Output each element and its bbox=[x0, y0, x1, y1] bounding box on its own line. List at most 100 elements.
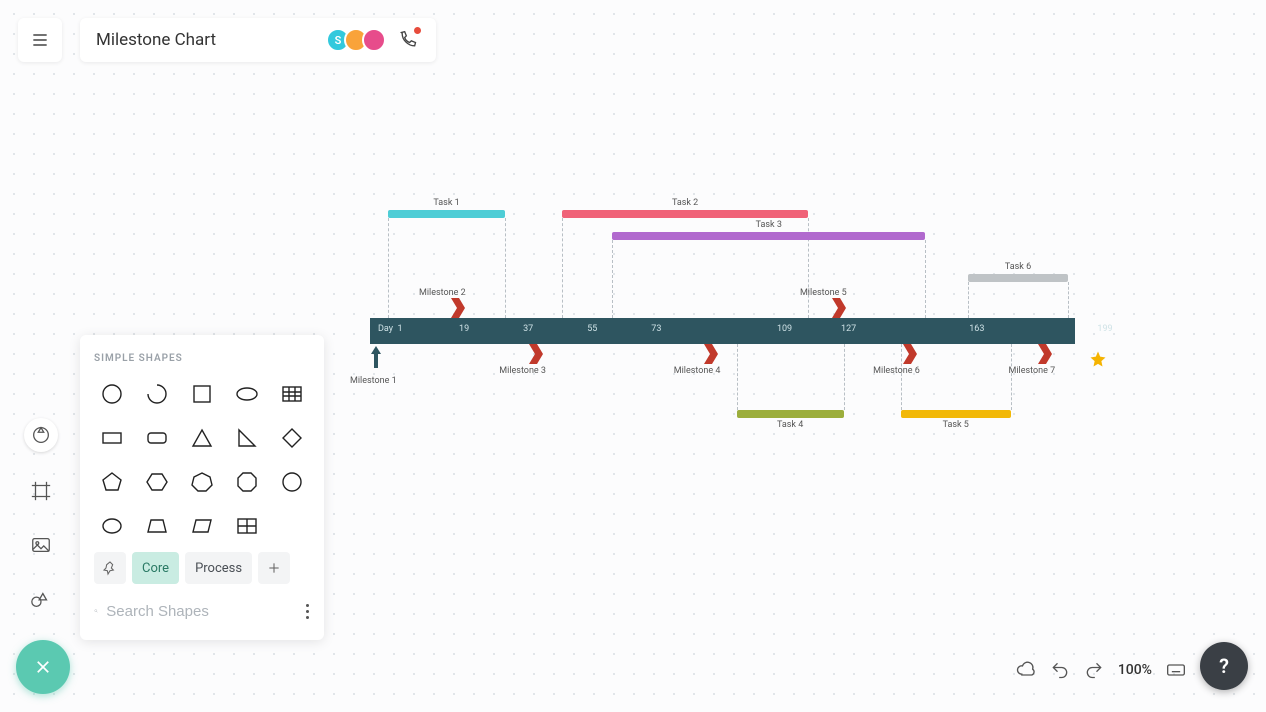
shape-trapezoid[interactable] bbox=[139, 508, 176, 544]
task-bar[interactable] bbox=[901, 410, 1011, 418]
guide-line bbox=[1011, 344, 1012, 410]
shape-right-triangle[interactable] bbox=[228, 420, 265, 456]
guide-line bbox=[1068, 282, 1069, 318]
axis-tick: 1 bbox=[397, 324, 402, 334]
milestone-chart[interactable]: Day 119375573109127163199 Task 1Task 2Ta… bbox=[370, 190, 1080, 440]
avatar-3[interactable] bbox=[362, 28, 386, 52]
tab-pin[interactable] bbox=[94, 552, 126, 584]
milestone-marker[interactable] bbox=[702, 344, 718, 364]
search-icon bbox=[94, 602, 98, 620]
tool-shapes[interactable] bbox=[24, 418, 58, 452]
guide-line bbox=[968, 282, 969, 318]
task-bar[interactable] bbox=[562, 210, 808, 218]
milestone-arrow[interactable] bbox=[369, 346, 383, 368]
notification-dot bbox=[414, 27, 421, 34]
pin-icon bbox=[102, 560, 118, 576]
help-button[interactable]: ? bbox=[1200, 642, 1248, 690]
tab-add[interactable] bbox=[258, 552, 290, 584]
axis-tick: 109 bbox=[777, 324, 792, 334]
shape-rounded-rect[interactable] bbox=[139, 420, 176, 456]
title-card: Milestone Chart S bbox=[80, 18, 436, 62]
cloud-sync-icon[interactable] bbox=[1016, 660, 1036, 680]
milestone-label: Milestone 1 bbox=[350, 376, 397, 386]
plus-icon bbox=[266, 560, 282, 576]
more-options[interactable] bbox=[305, 604, 310, 619]
shape-triangle[interactable] bbox=[184, 420, 221, 456]
guide-line bbox=[612, 240, 613, 318]
milestone-marker[interactable] bbox=[901, 344, 917, 364]
guide-line bbox=[844, 344, 845, 410]
collaborator-avatars: S bbox=[326, 28, 386, 52]
milestone-marker[interactable] bbox=[830, 298, 846, 318]
shape-octagon[interactable] bbox=[228, 464, 265, 500]
axis-tick: 73 bbox=[651, 324, 661, 334]
tool-draw[interactable] bbox=[24, 582, 58, 616]
milestone-label: Milestone 3 bbox=[499, 366, 546, 376]
shape-parallelogram[interactable] bbox=[184, 508, 221, 544]
task-label: Task 3 bbox=[756, 220, 782, 230]
task-label: Task 5 bbox=[943, 420, 969, 430]
tab-process[interactable]: Process bbox=[185, 552, 252, 584]
shape-circle[interactable] bbox=[94, 376, 131, 412]
shape-pentagon[interactable] bbox=[94, 464, 131, 500]
shape-grid bbox=[94, 376, 310, 544]
shape-square[interactable] bbox=[184, 376, 221, 412]
shapes-panel: SIMPLE SHAPES Core Process bbox=[80, 335, 324, 640]
task-bar[interactable] bbox=[612, 232, 925, 240]
milestone-label: Milestone 4 bbox=[674, 366, 721, 376]
milestone-marker[interactable] bbox=[449, 298, 465, 318]
axis-tick: 163 bbox=[969, 324, 984, 334]
axis-tick: 127 bbox=[841, 324, 856, 334]
task-bar[interactable] bbox=[388, 210, 506, 218]
guide-line bbox=[562, 218, 563, 318]
task-label: Task 2 bbox=[672, 198, 698, 208]
panel-search bbox=[94, 594, 310, 628]
panel-tabs: Core Process bbox=[94, 552, 310, 584]
hamburger-menu[interactable] bbox=[18, 18, 62, 62]
guide-line bbox=[925, 240, 926, 318]
canvas-controls: 100% bbox=[1016, 660, 1186, 680]
redo-button[interactable] bbox=[1084, 660, 1104, 680]
axis-tick: 55 bbox=[587, 324, 597, 334]
zoom-level[interactable]: 100% bbox=[1118, 662, 1152, 678]
undo-button[interactable] bbox=[1050, 660, 1070, 680]
axis-tick: 19 bbox=[459, 324, 469, 334]
task-bar[interactable] bbox=[968, 274, 1068, 282]
image-icon bbox=[30, 534, 52, 556]
shape-nonagon[interactable] bbox=[273, 464, 310, 500]
guide-line bbox=[388, 218, 389, 318]
task-bar[interactable] bbox=[737, 410, 844, 418]
tool-frame[interactable] bbox=[24, 474, 58, 508]
shape-grid[interactable] bbox=[228, 508, 265, 544]
task-label: Task 6 bbox=[1005, 262, 1031, 272]
shape-arc[interactable] bbox=[139, 376, 176, 412]
milestone-label: Milestone 7 bbox=[1008, 366, 1055, 376]
keyboard-icon[interactable] bbox=[1166, 660, 1186, 680]
shape-hexagon[interactable] bbox=[139, 464, 176, 500]
milestone-marker[interactable] bbox=[1036, 344, 1052, 364]
shape-oval[interactable] bbox=[94, 508, 131, 544]
milestone-label: Milestone 5 bbox=[800, 288, 847, 298]
shape-diamond[interactable] bbox=[273, 420, 310, 456]
shapes-icon bbox=[30, 588, 52, 610]
axis-tick: 37 bbox=[523, 324, 533, 334]
close-icon bbox=[34, 658, 52, 676]
milestone-marker[interactable] bbox=[527, 344, 543, 364]
tool-image[interactable] bbox=[24, 528, 58, 562]
milestone-label: Milestone 2 bbox=[419, 288, 466, 298]
timeline-axis: Day 119375573109127163199 bbox=[370, 318, 1075, 344]
shape-heptagon[interactable] bbox=[184, 464, 221, 500]
task-label: Task 1 bbox=[433, 198, 459, 208]
close-panel-button[interactable] bbox=[16, 640, 70, 694]
task-label: Task 4 bbox=[777, 420, 803, 430]
shape-ellipse[interactable] bbox=[228, 376, 265, 412]
guide-line bbox=[737, 344, 738, 410]
tab-core[interactable]: Core bbox=[132, 552, 179, 584]
frame-icon bbox=[30, 480, 52, 502]
document-title[interactable]: Milestone Chart bbox=[96, 30, 216, 50]
panel-heading: SIMPLE SHAPES bbox=[94, 353, 310, 364]
shape-table[interactable] bbox=[273, 376, 310, 412]
shape-rectangle[interactable] bbox=[94, 420, 131, 456]
call-button[interactable] bbox=[396, 28, 420, 52]
search-input[interactable] bbox=[106, 603, 305, 620]
